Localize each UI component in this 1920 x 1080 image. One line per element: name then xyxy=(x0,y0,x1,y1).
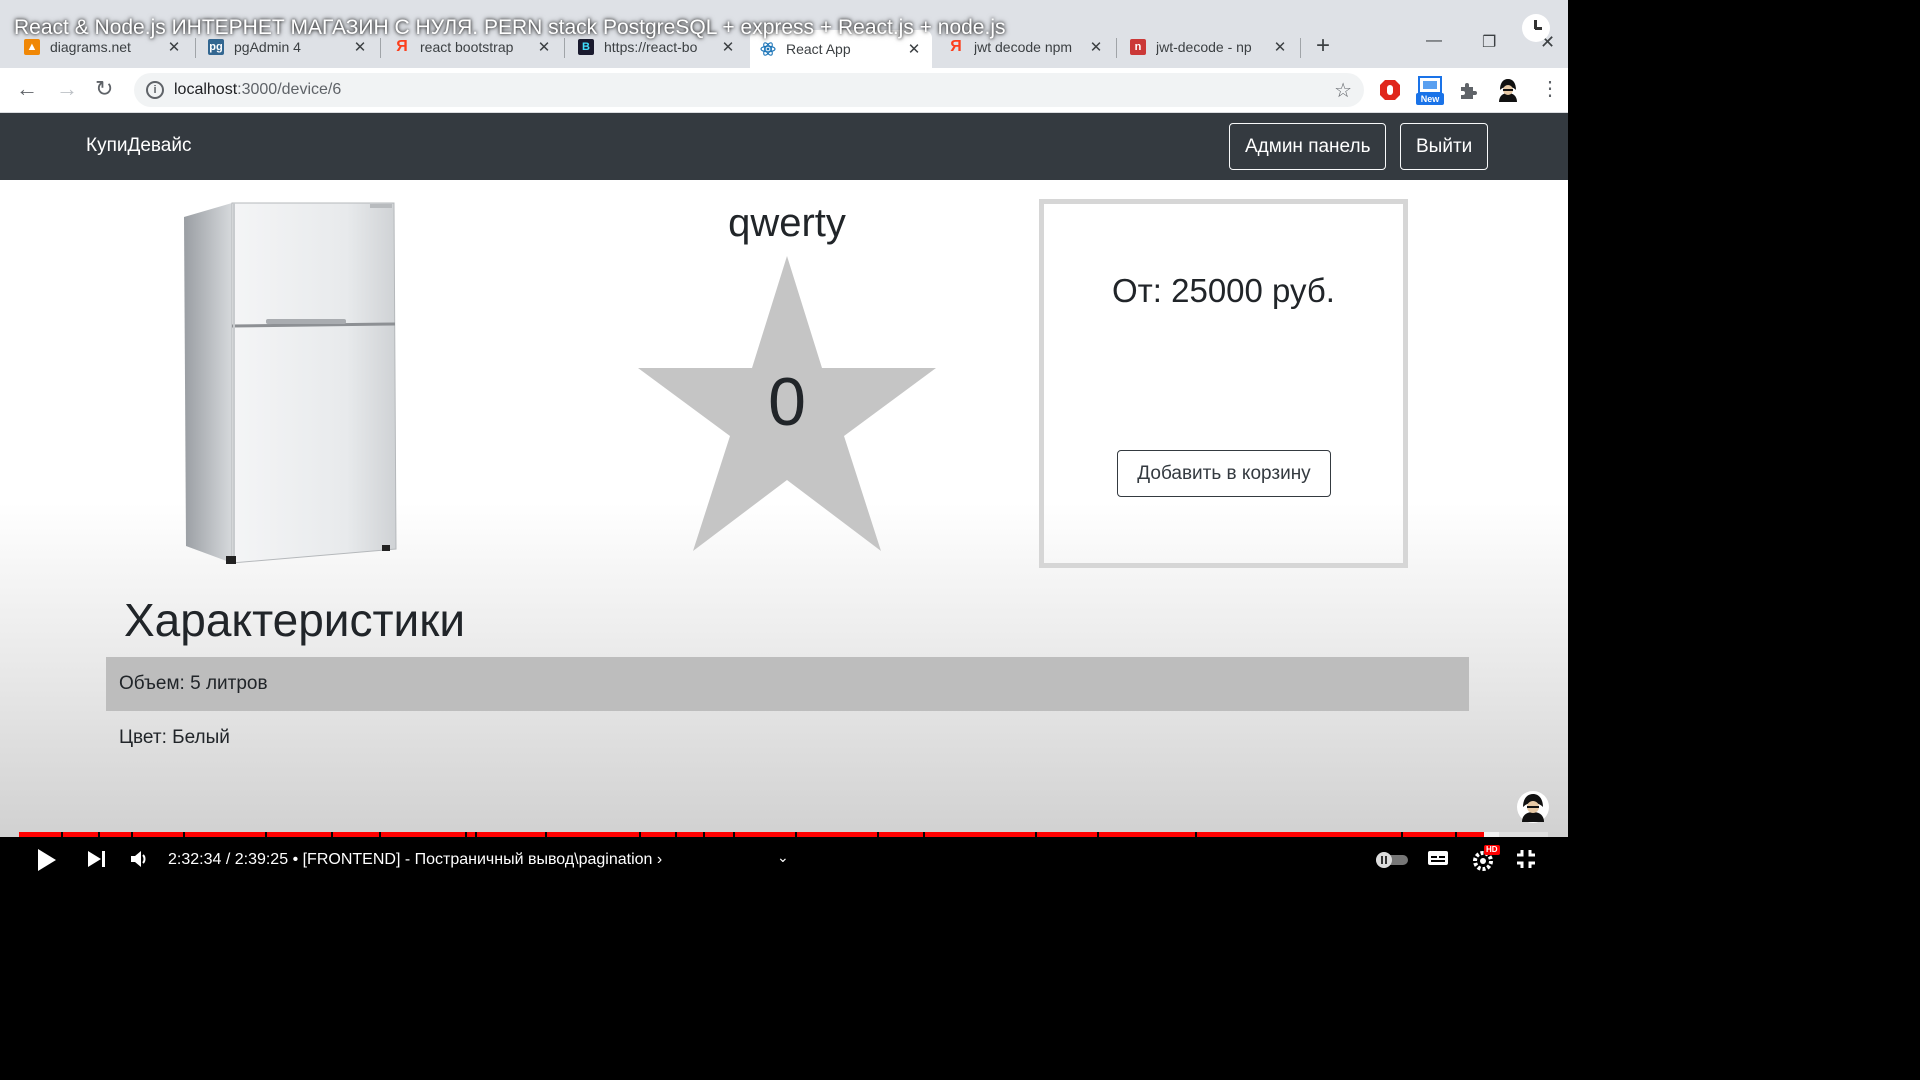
volume-icon[interactable] xyxy=(130,849,150,873)
url-host: localhost xyxy=(174,81,238,98)
hd-badge: HD xyxy=(1484,845,1500,855)
close-icon[interactable]: ✕ xyxy=(1272,38,1288,56)
close-icon[interactable]: ✕ xyxy=(1088,38,1104,56)
close-icon[interactable]: ✕ xyxy=(166,38,182,56)
next-video-icon[interactable] xyxy=(88,849,108,873)
reload-icon[interactable]: ↻ xyxy=(95,78,113,100)
autoplay-toggle[interactable] xyxy=(1374,851,1410,873)
yandex-icon: Я xyxy=(950,38,962,55)
address-bar[interactable]: i localhost:3000/device/6 ☆ xyxy=(134,73,1364,107)
new-tab-icon[interactable]: + xyxy=(1316,32,1330,60)
time-display: 2:32:34 / 2:39:25 xyxy=(168,851,289,868)
web-page: КупиДевайс Админ панель Выйти qwerty 0 О… xyxy=(0,113,1568,843)
video-title: React & Node.js ИНТЕРНЕТ МАГАЗИН С НУЛЯ.… xyxy=(14,16,1006,39)
profile-avatar-icon[interactable] xyxy=(1494,76,1522,104)
subtitles-icon[interactable] xyxy=(1427,849,1449,871)
adblock-icon[interactable] xyxy=(1378,78,1402,102)
app-navbar: КупиДевайс Админ панель Выйти xyxy=(0,113,1568,180)
tab-label: React App xyxy=(786,41,851,57)
screen-capture-icon xyxy=(1418,76,1442,94)
settings-gear-icon[interactable]: HD xyxy=(1472,845,1500,875)
tab-label: react bootstrap xyxy=(420,39,514,55)
close-icon[interactable]: ✕ xyxy=(906,40,922,58)
tab-separator xyxy=(195,38,196,58)
back-arrow-icon[interactable]: ← xyxy=(16,78,38,100)
drawio-icon: ▲ xyxy=(24,39,40,55)
tab-separator xyxy=(1300,38,1301,58)
tab-label: jwt decode npm xyxy=(974,39,1073,55)
browser-menu-icon[interactable]: ⋮ xyxy=(1540,78,1560,100)
chevron-right-icon[interactable]: › xyxy=(657,851,662,868)
react-bootstrap-icon: B xyxy=(578,39,594,55)
extension-new-icon[interactable]: New xyxy=(1416,76,1444,105)
logout-button[interactable]: Выйти xyxy=(1400,123,1489,170)
forward-arrow-icon[interactable]: → xyxy=(56,78,78,100)
react-icon xyxy=(760,41,776,57)
site-info-icon[interactable]: i xyxy=(146,81,164,99)
channel-watermark-icon[interactable] xyxy=(1516,790,1550,824)
rating-value: 0 xyxy=(768,364,806,440)
chevron-down-icon[interactable]: ⌄ xyxy=(777,846,789,868)
tab-separator xyxy=(1116,38,1117,58)
close-icon[interactable]: ✕ xyxy=(536,38,552,56)
restore-icon[interactable]: ❐ xyxy=(1482,32,1496,52)
admin-panel-button[interactable]: Админ панель xyxy=(1229,123,1387,170)
device-name: qwerty xyxy=(728,201,846,245)
tab-separator xyxy=(564,38,565,58)
new-badge: New xyxy=(1416,93,1444,105)
close-icon[interactable]: ✕ xyxy=(352,38,368,56)
tab-label: jwt-decode - np xyxy=(1156,39,1252,55)
chapter-title[interactable]: • [FRONTEND] - Постраничный вывод\pagina… xyxy=(293,851,653,868)
tab-label: https://react-bo xyxy=(604,39,698,55)
watch-later-icon[interactable] xyxy=(1522,14,1550,42)
purchase-card: От: 25000 руб. Добавить в корзину xyxy=(1039,199,1408,568)
puzzle-icon[interactable] xyxy=(1457,78,1481,102)
price-label: От: 25000 руб. xyxy=(1112,272,1335,309)
tab-separator xyxy=(380,38,381,58)
device-image xyxy=(184,202,397,564)
tab-jwt-decode-npm[interactable]: n jwt-decode - np ✕ xyxy=(1120,32,1298,62)
url-text[interactable]: localhost:3000/device/6 xyxy=(174,81,341,99)
exit-fullscreen-icon[interactable] xyxy=(1516,849,1536,873)
specs-heading: Характеристики xyxy=(124,594,466,646)
url-path: :3000/device/6 xyxy=(237,81,342,98)
minimize-icon[interactable]: — xyxy=(1426,32,1442,50)
play-icon[interactable] xyxy=(38,849,56,875)
pgadmin-icon: pg xyxy=(208,39,224,55)
close-icon[interactable]: ✕ xyxy=(720,38,736,56)
tab-label: pgAdmin 4 xyxy=(234,39,301,55)
brand-link[interactable]: КупиДевайс xyxy=(86,135,191,157)
video-timestamp: 2:32:34 / 2:39:25 • [FRONTEND] - Постран… xyxy=(168,851,662,869)
npm-icon: n xyxy=(1130,39,1146,55)
bookmark-star-icon[interactable]: ☆ xyxy=(1334,78,1352,103)
yandex-icon: Я xyxy=(396,38,408,55)
add-to-cart-button[interactable]: Добавить в корзину xyxy=(1117,450,1331,497)
tab-label: diagrams.net xyxy=(50,39,131,55)
browser-toolbar: ← → ↻ i localhost:3000/device/6 ☆ New ⋮ xyxy=(0,68,1568,113)
spec-row: Объем: 5 литров xyxy=(106,657,1469,711)
spec-row: Цвет: Белый xyxy=(119,727,230,748)
